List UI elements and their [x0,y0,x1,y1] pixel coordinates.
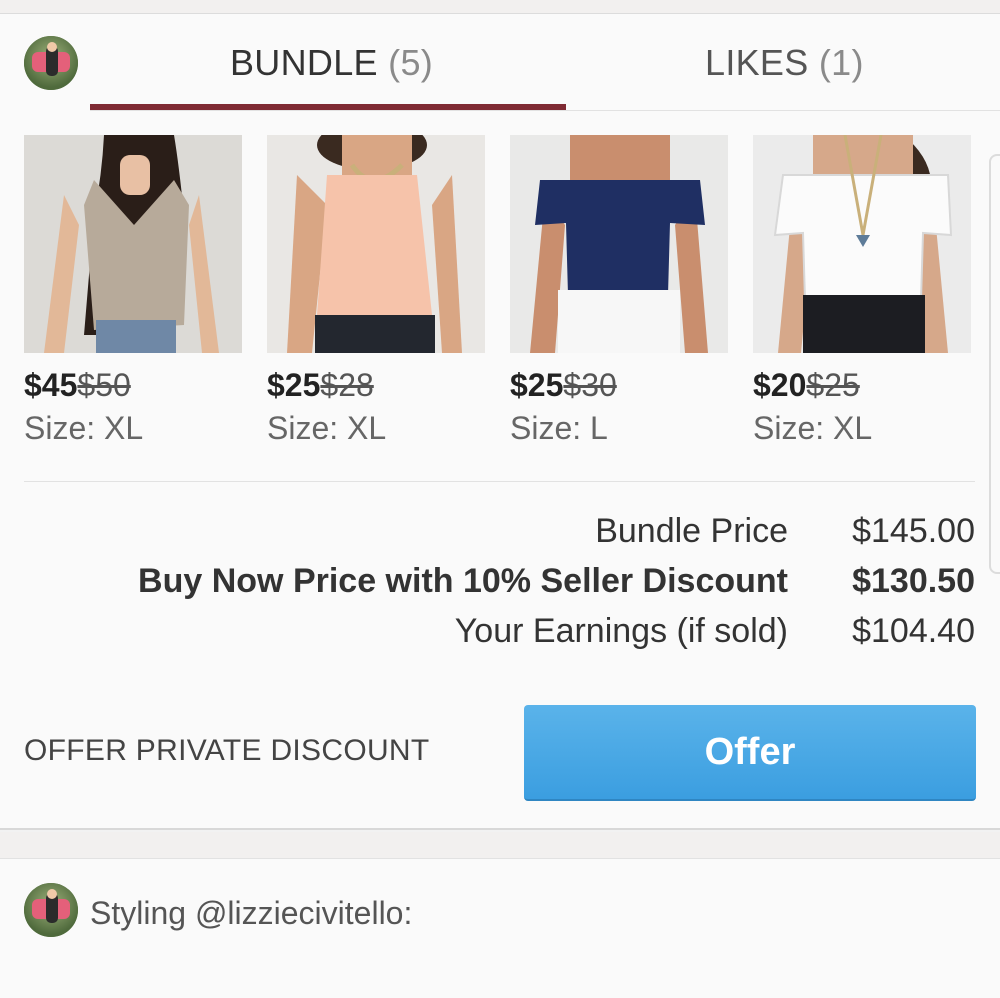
bundle-item[interactable]: $25$28 Size: XL [267,135,485,447]
buy-now-price-value: $130.50 [852,562,975,600]
product-photo[interactable] [510,135,728,353]
bundle-item[interactable]: $25$30 Size: L [510,135,728,447]
comment-text: Styling @lizziecivitello: [90,895,413,931]
earnings-value: $104.40 [852,612,975,650]
bundle-items: $45$50 Size: XL $25$28 Size: XL $25$30 S… [24,135,1000,455]
bundle-price-label: Bundle Price [595,512,788,550]
offer-private-discount-link[interactable]: OFFER PRIVATE DISCOUNT [24,734,430,768]
original-price: $25 [806,367,860,403]
seller-avatar[interactable] [24,36,78,90]
product-photo[interactable] [267,135,485,353]
earnings-label: Your Earnings (if sold) [454,612,788,650]
tab-bundle-label: BUNDLE [230,42,378,83]
bundle-price-value: $145.00 [852,512,975,550]
price-row: $20$25 [753,367,971,404]
earnings-row: Your Earnings (if sold) $104.40 [0,612,1000,658]
tab-likes-label: LIKES [705,42,809,83]
bundle-price-row: Bundle Price $145.00 [0,512,1000,558]
current-price: $20 [753,367,807,403]
price-row: $45$50 [24,367,242,404]
item-size: Size: XL [24,410,144,446]
buy-now-price-row: Buy Now Price with 10% Seller Discount $… [0,562,1000,608]
item-size: Size: XL [753,410,873,446]
buy-now-price-label: Buy Now Price with 10% Seller Discount [138,562,788,600]
product-photo[interactable] [24,135,242,353]
product-photo[interactable] [753,135,971,353]
tab-likes-count: (1) [818,42,864,83]
price-row: $25$28 [267,367,485,404]
tab-bundle-count: (5) [388,42,434,83]
original-price: $30 [563,367,617,403]
bundle-item[interactable]: $45$50 Size: XL [24,135,242,447]
tab-likes[interactable]: LIKES (1) [705,42,864,84]
bundle-item[interactable]: $20$25 Size: XL [753,135,971,447]
item-size: Size: L [510,410,608,446]
tab-bar: BUNDLE (5) LIKES (1) [90,14,1000,111]
commenter-avatar[interactable] [24,883,78,937]
active-tab-indicator [90,104,566,110]
top-strip [0,0,1000,14]
original-price: $28 [320,367,374,403]
bundle-card: BUNDLE (5) LIKES (1) $45$50 Size: XL $25… [0,14,1000,830]
price-row: $25$30 [510,367,728,404]
current-price: $25 [510,367,564,403]
comment-section: Styling @lizziecivitello: [0,858,1000,998]
divider [24,481,975,482]
current-price: $45 [24,367,78,403]
next-item-peek[interactable] [989,154,1000,574]
tab-bundle[interactable]: BUNDLE (5) [230,42,433,84]
section-gap [0,832,1000,858]
item-size: Size: XL [267,410,387,446]
offer-button[interactable]: Offer [524,705,976,801]
current-price: $25 [267,367,321,403]
original-price: $50 [77,367,131,403]
